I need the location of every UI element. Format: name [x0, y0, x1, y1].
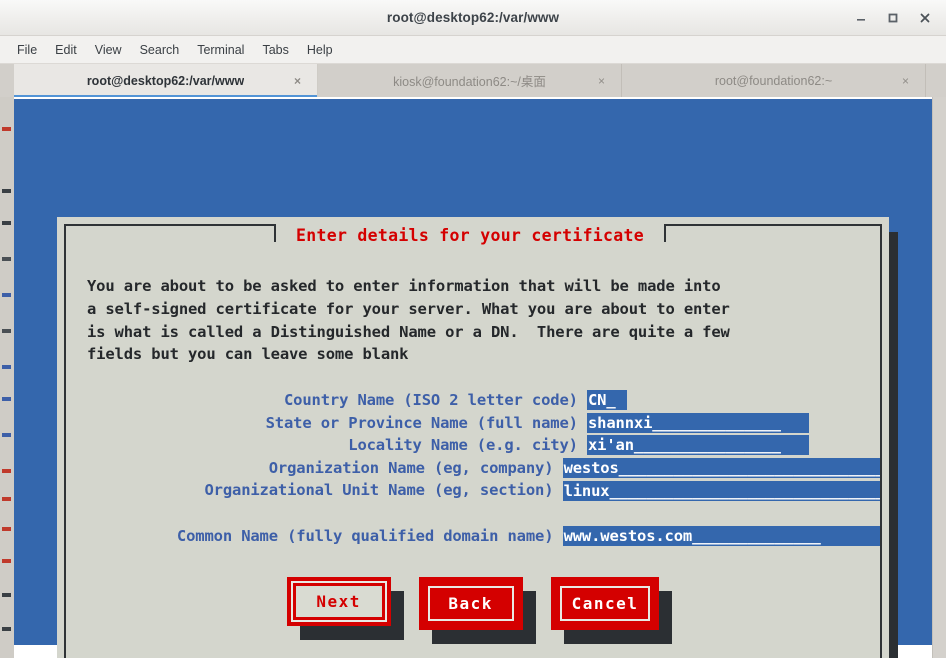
menu-item-edit[interactable]: Edit [46, 40, 86, 60]
next-button-wrap: Next [286, 577, 404, 640]
tab-close-icon[interactable]: × [598, 75, 605, 87]
field-input-organizational-unit[interactable]: linux________________________________ [562, 480, 880, 501]
field-label-country-name: Country Name (ISO 2 letter code) [284, 391, 587, 409]
cancel-button-label: Cancel [571, 594, 639, 613]
field-input-common-name[interactable]: www.westos.com______________ [562, 525, 880, 546]
field-input-state-province[interactable]: shannxi______________ [587, 412, 809, 433]
menu-item-terminal[interactable]: Terminal [188, 40, 253, 60]
field-label-common-name: Common Name (fully qualified domain name… [176, 526, 563, 545]
next-button[interactable]: Next [286, 577, 391, 626]
menu-item-file[interactable]: File [8, 40, 46, 60]
certificate-form: Country Name (ISO 2 letter code) CN_ Sta… [66, 389, 880, 547]
field-row-locality[interactable]: Locality Name (e.g. city) xi'an_________… [66, 434, 880, 457]
field-row-organizational-unit[interactable]: Organizational Unit Name (eg, section) l… [66, 479, 880, 502]
field-row-common-name[interactable]: Common Name (fully qualified domain name… [66, 525, 880, 548]
field-input-organization[interactable]: westos_______________________________ [562, 458, 880, 479]
back-button-label: Back [448, 594, 493, 613]
cancel-button-wrap: Cancel [550, 577, 673, 644]
tabbar: root@desktop62:/var/www × kiosk@foundati… [0, 64, 946, 97]
tab-label: root@foundation62:~ [714, 73, 833, 88]
field-row-country-name[interactable]: Country Name (ISO 2 letter code) CN_ [66, 389, 880, 412]
tab-root-foundation62[interactable]: root@foundation62:~ × [622, 64, 926, 97]
dialog-body: You are about to be asked to enter infor… [66, 247, 880, 658]
field-label-organizational-unit: Organizational Unit Name (eg, section) [204, 481, 563, 500]
window-controls [846, 0, 940, 35]
close-icon[interactable] [910, 3, 940, 33]
tab-kiosk-foundation62[interactable]: kiosk@foundation62:~/桌面 × [318, 64, 622, 97]
menu-item-tabs[interactable]: Tabs [253, 40, 297, 60]
maximize-icon[interactable] [878, 3, 908, 33]
dialog-button-row: Next Back Cancel [66, 577, 880, 644]
back-button[interactable]: Back [418, 577, 523, 630]
tab-root-var-www[interactable]: root@desktop62:/var/www × [14, 64, 318, 97]
minimize-icon[interactable] [846, 3, 876, 33]
menu-item-help[interactable]: Help [298, 40, 342, 60]
next-button-inner: Next [290, 581, 387, 622]
field-input-locality[interactable]: xi'an________________ [587, 435, 809, 456]
terminal-canvas[interactable]: Enter details for your certificate You a… [0, 97, 946, 658]
menubar: File Edit View Search Terminal Tabs Help [0, 36, 946, 64]
field-label-locality: Locality Name (e.g. city) [348, 436, 587, 455]
window-titlebar: root@desktop62:/var/www [0, 0, 946, 36]
menu-item-view[interactable]: View [86, 40, 131, 60]
field-row-organization[interactable]: Organization Name (eg, company) westos__… [66, 457, 880, 480]
terminal-window: root@desktop62:/var/www File Edit View S… [0, 0, 946, 658]
background-window-sliver [0, 97, 14, 658]
field-label-state-province: State or Province Name (full name) [265, 413, 587, 432]
cancel-button-inner: Cancel [559, 586, 651, 621]
tab-close-icon[interactable]: × [294, 75, 301, 87]
field-row-state-province[interactable]: State or Province Name (full name) shann… [66, 412, 880, 435]
back-button-wrap: Back [418, 577, 536, 644]
menu-item-search[interactable]: Search [131, 40, 189, 60]
certificate-details-dialog: Enter details for your certificate You a… [57, 217, 889, 658]
back-button-inner: Back [427, 586, 514, 621]
tab-label: kiosk@foundation62:~/桌面 [393, 75, 546, 89]
cancel-button[interactable]: Cancel [550, 577, 660, 630]
form-spacer [66, 502, 880, 525]
field-label-organization: Organization Name (eg, company) [268, 458, 563, 477]
tab-close-icon[interactable]: × [902, 75, 909, 87]
terminal-scrollbar[interactable] [932, 97, 946, 658]
dialog-description: You are about to be asked to enter infor… [87, 277, 730, 364]
window-title: root@desktop62:/var/www [386, 10, 560, 25]
next-button-label: Next [316, 592, 361, 611]
tab-label: root@desktop62:/var/www [86, 73, 245, 88]
field-input-country-name[interactable]: CN_ [587, 390, 627, 411]
